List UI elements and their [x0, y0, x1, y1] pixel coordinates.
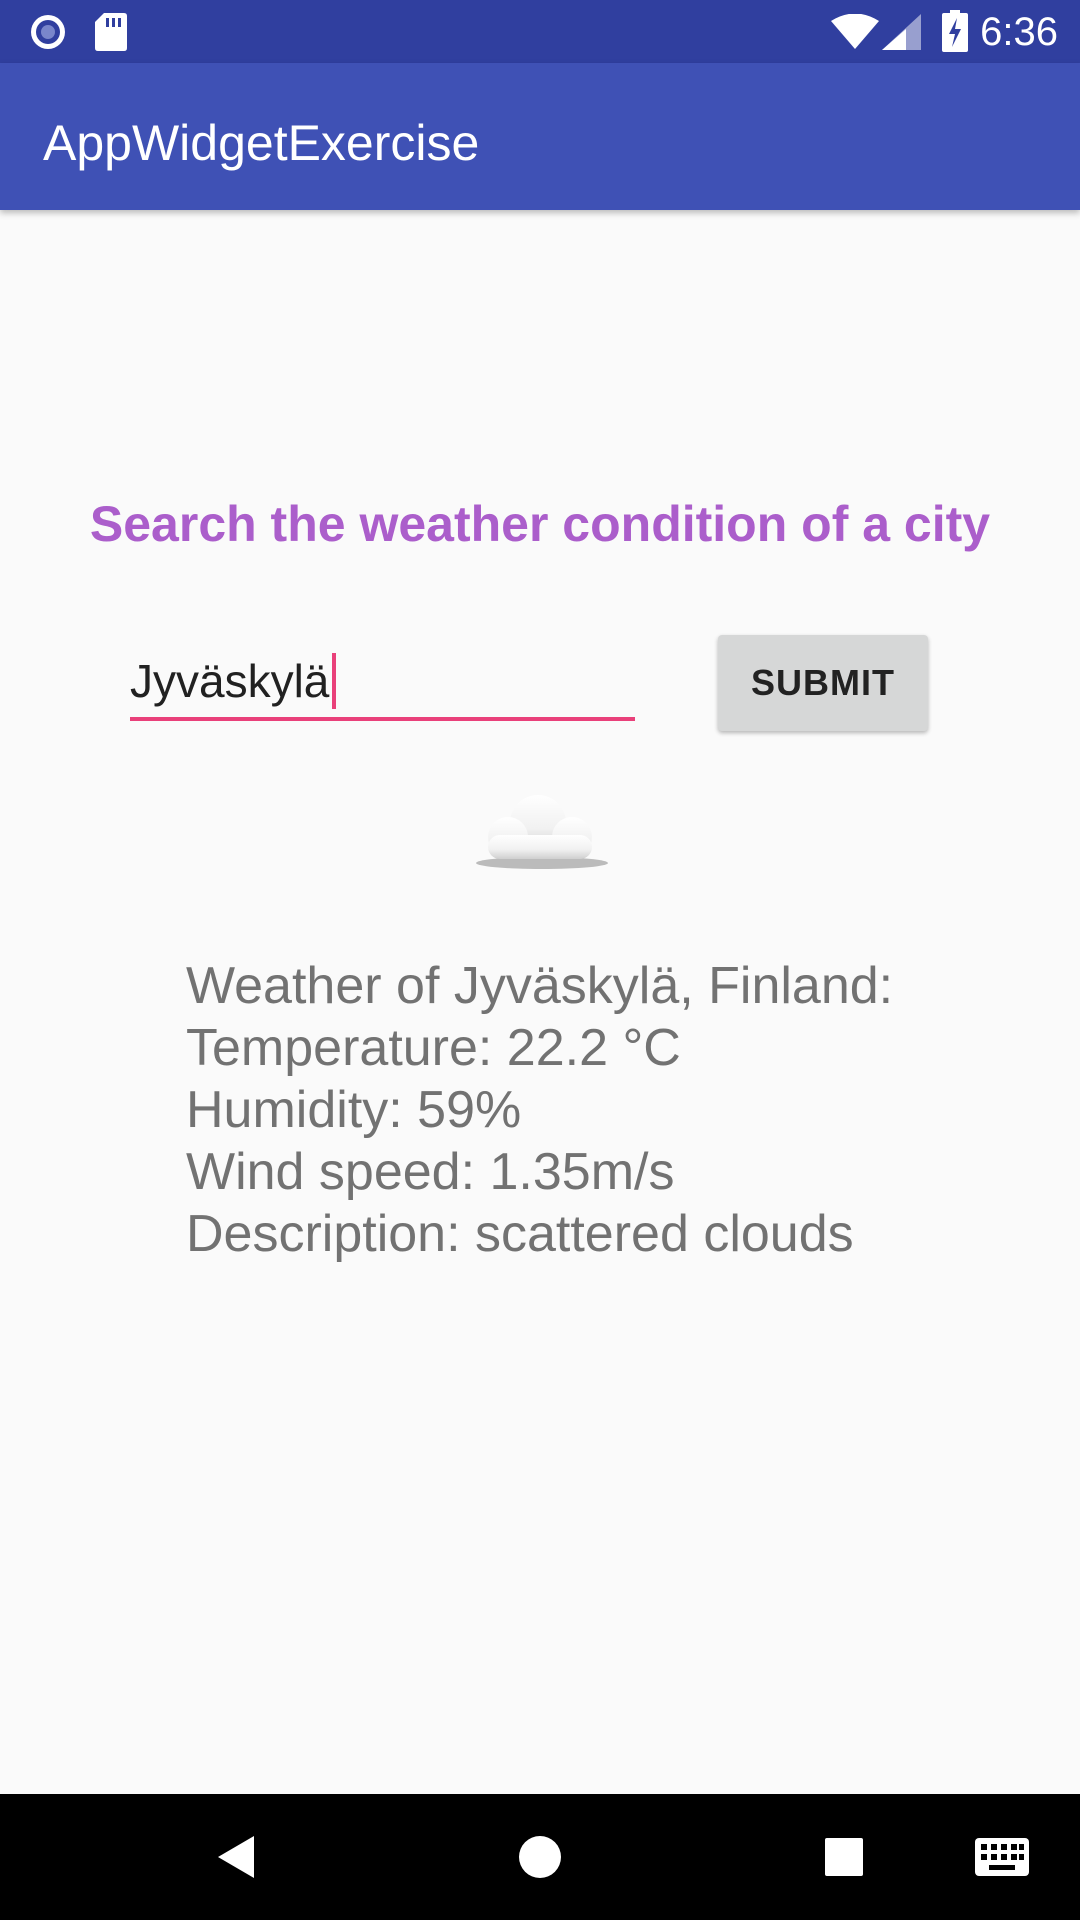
description-line: Description: scattered clouds — [186, 1205, 854, 1263]
status-clock: 6:36 — [980, 10, 1058, 54]
humidity-line: Humidity: 59% — [186, 1081, 522, 1139]
nav-bar — [0, 1794, 1080, 1920]
weather-location-line: Weather of Jyväskylä, Finland: — [186, 957, 894, 1015]
app-bar: AppWidgetExercise — [0, 63, 1080, 210]
home-icon[interactable] — [500, 1794, 580, 1920]
signal-icon — [882, 14, 922, 55]
city-input[interactable] — [130, 645, 635, 717]
keyboard-icon[interactable] — [972, 1794, 1032, 1920]
wind-speed-line: Wind speed: 1.35m/s — [186, 1143, 675, 1201]
wifi-icon — [830, 13, 880, 55]
back-icon[interactable] — [196, 1794, 276, 1920]
search-heading: Search the weather condition of a city — [89, 496, 991, 552]
battery-charging-icon — [942, 10, 968, 57]
submit-button[interactable]: SUBMIT — [718, 635, 928, 731]
radio-icon — [28, 12, 68, 57]
recents-icon[interactable] — [804, 1794, 884, 1920]
app-title: AppWidgetExercise — [43, 115, 480, 171]
status-bar: 6:36 — [0, 0, 1080, 63]
sd-card-icon — [94, 12, 128, 57]
city-field[interactable] — [130, 645, 635, 721]
weather-info: Weather of Jyväskylä, Finland: Temperatu… — [186, 955, 893, 1265]
cloud-icon — [468, 785, 614, 876]
temperature-line: Temperature: 22.2 °C — [186, 1019, 681, 1077]
text-cursor — [332, 653, 336, 709]
